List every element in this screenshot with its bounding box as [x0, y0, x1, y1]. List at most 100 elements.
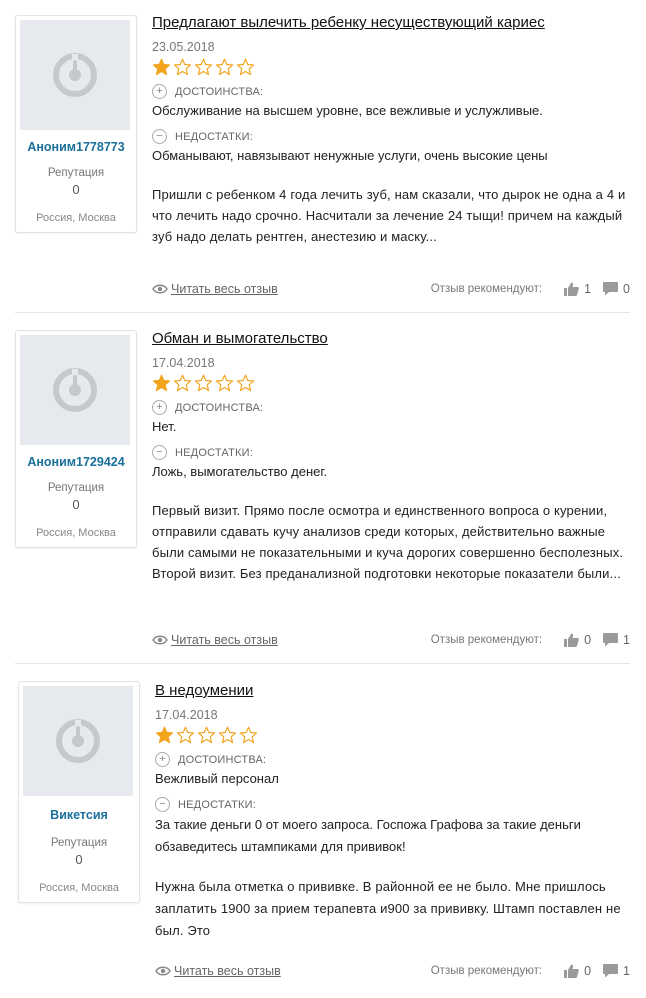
pros-header: + ДОСТОИНСТВА: [155, 752, 630, 767]
plus-circle-icon: + [155, 752, 170, 767]
reputation-value: 0 [72, 497, 80, 512]
cons-text: Обманывают, навязывают ненужные услуги, … [152, 148, 548, 163]
review-date: 23.05.2018 [152, 40, 215, 54]
minus-circle-icon: − [152, 445, 167, 460]
recommend-label: Отзыв рекомендуют: [430, 965, 543, 977]
like-count: 1 [584, 282, 592, 296]
avatar-placeholder-icon[interactable] [20, 335, 130, 445]
read-more-label: Читать весь отзыв [174, 964, 281, 978]
author-card: Аноним1729424 Репутация 0 Россия, Москва [15, 330, 137, 548]
comments-button[interactable]: 0 [603, 282, 630, 296]
minus-circle-icon: − [155, 797, 170, 812]
comment-icon [603, 964, 619, 978]
star-icon [173, 374, 192, 392]
pros-text: Нет. [152, 419, 177, 434]
review-body: Пришли с ребенком 4 года лечить зуб, нам… [152, 187, 626, 244]
thumbs-up-icon [564, 964, 579, 978]
star-icon [239, 726, 258, 744]
cons-header: − НЕДОСТАТКИ: [152, 445, 630, 460]
star-icon [197, 726, 216, 744]
comments-button[interactable]: 1 [603, 633, 630, 647]
review-footer: Читать весь отзыв Отзыв рекомендуют: 0 1 [155, 961, 630, 981]
pros-label: ДОСТОИНСТВА: [175, 85, 264, 98]
minus-circle-icon: − [152, 129, 167, 144]
eye-icon [152, 284, 168, 294]
review-title-link[interactable]: Обман и вымогательство [152, 330, 630, 348]
like-count: 0 [584, 633, 592, 647]
star-icon [152, 58, 171, 76]
cons-text: За такие деньги 0 от моего запроса. Госп… [155, 817, 581, 854]
rating-stars [152, 58, 630, 76]
comment-count: 0 [623, 282, 630, 296]
pros-label: ДОСТОИНСТВА: [175, 401, 264, 414]
plus-circle-icon: + [152, 84, 167, 99]
review-content: В недоумении 17.04.2018 + ДОСТОИНСТВА: В… [155, 682, 630, 942]
reputation-label: Репутация [47, 167, 105, 179]
comment-count: 1 [623, 964, 630, 978]
read-more-label: Читать весь отзыв [171, 282, 278, 296]
star-icon [194, 58, 213, 76]
star-icon [215, 58, 234, 76]
review-date: 17.04.2018 [155, 708, 218, 722]
comments-button[interactable]: 1 [603, 964, 630, 978]
author-card: Аноним1778773 Репутация 0 Россия, Москва [15, 15, 137, 233]
reputation-value: 0 [72, 182, 80, 197]
rating-stars [155, 726, 630, 744]
author-name-link[interactable]: Викетсия [19, 796, 139, 823]
star-icon [236, 58, 255, 76]
cons-header: − НЕДОСТАТКИ: [152, 129, 630, 144]
comment-count: 1 [623, 633, 630, 647]
pros-header: + ДОСТОИНСТВА: [152, 400, 630, 415]
star-icon [155, 726, 174, 744]
author-location: Россия, Москва [39, 882, 119, 894]
review-divider [15, 312, 630, 313]
review-footer: Читать весь отзыв Отзыв рекомендуют: 0 1 [152, 630, 630, 650]
review-body: Нужна была отметка о прививке. В районно… [155, 879, 621, 938]
review-footer: Читать весь отзыв Отзыв рекомендуют: 1 0 [152, 279, 630, 299]
pros-label: ДОСТОИНСТВА: [178, 753, 267, 766]
comment-icon [603, 282, 619, 296]
reputation-value: 0 [75, 852, 83, 867]
thumbs-up-icon [564, 282, 579, 296]
read-full-review-link[interactable]: Читать весь отзыв [155, 964, 281, 978]
cons-text: Ложь, вымогательство денег. [152, 464, 328, 479]
cons-label: НЕДОСТАТКИ: [178, 798, 256, 811]
plus-circle-icon: + [152, 400, 167, 415]
like-count: 0 [584, 964, 592, 978]
cons-label: НЕДОСТАТКИ: [175, 130, 253, 143]
cons-label: НЕДОСТАТКИ: [175, 446, 253, 459]
review-title-link[interactable]: В недоумении [155, 682, 630, 700]
review-date: 17.04.2018 [152, 356, 215, 370]
read-more-label: Читать весь отзыв [171, 633, 278, 647]
review-divider [15, 663, 630, 664]
pros-text: Вежливый персонал [155, 771, 279, 786]
review-body: Первый визит. Прямо после осмотра и един… [152, 503, 624, 581]
recommend-label: Отзыв рекомендуют: [430, 283, 543, 295]
read-full-review-link[interactable]: Читать весь отзыв [152, 633, 278, 647]
comment-icon [603, 633, 619, 647]
star-icon [173, 58, 192, 76]
author-name-link[interactable]: Аноним1778773 [16, 130, 136, 155]
like-button[interactable]: 0 [564, 964, 591, 978]
avatar-placeholder-icon[interactable] [20, 20, 130, 130]
author-location: Россия, Москва [36, 527, 116, 539]
author-card: Викетсия Репутация 0 Россия, Москва [18, 681, 140, 903]
read-full-review-link[interactable]: Читать весь отзыв [152, 282, 278, 296]
star-icon [194, 374, 213, 392]
reputation-label: Репутация [47, 482, 105, 494]
reputation-label: Репутация [50, 837, 108, 849]
review-title-link[interactable]: Предлагают вылечить ребенку несуществующ… [152, 14, 630, 32]
rating-stars [152, 374, 630, 392]
like-button[interactable]: 0 [564, 633, 591, 647]
review-content: Обман и вымогательство 17.04.2018 + ДОСТ… [152, 330, 630, 584]
star-icon [236, 374, 255, 392]
author-name-link[interactable]: Аноним1729424 [16, 445, 136, 470]
avatar-placeholder-icon[interactable] [23, 686, 133, 796]
cons-header: − НЕДОСТАТКИ: [155, 797, 630, 812]
eye-icon [155, 966, 171, 976]
review-content: Предлагают вылечить ребенку несуществующ… [152, 14, 630, 247]
author-location: Россия, Москва [36, 212, 116, 224]
star-icon [152, 374, 171, 392]
star-icon [215, 374, 234, 392]
like-button[interactable]: 1 [564, 282, 591, 296]
